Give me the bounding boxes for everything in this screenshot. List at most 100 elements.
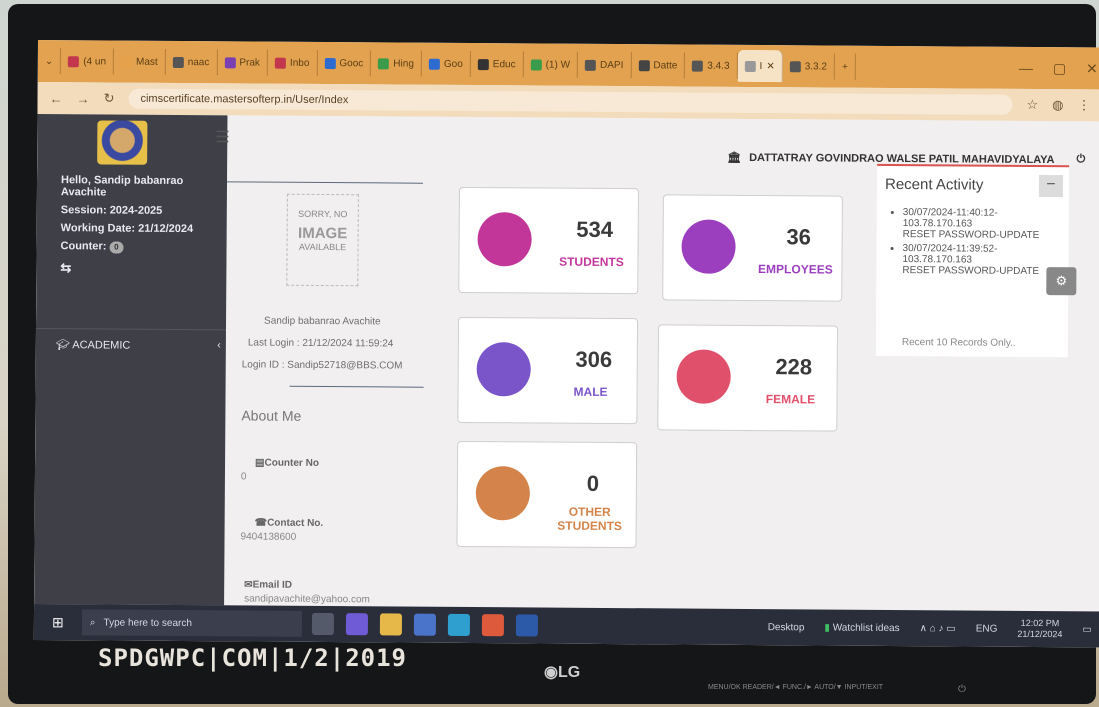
no-image-placeholder: SORRY, NO IMAGE AVAILABLE — [286, 193, 359, 287]
profile-name: Sandip babanrao Avachite — [264, 315, 381, 328]
about-me-heading: About Me — [241, 407, 302, 424]
profile-divider-top — [227, 181, 424, 184]
close-tab-icon[interactable]: ✕ — [766, 61, 774, 72]
edge-icon[interactable] — [447, 613, 471, 637]
maximize-icon[interactable]: ▢ — [1053, 60, 1066, 77]
tray-icons[interactable]: ∧ ⌂ ♪ ▭ — [920, 623, 956, 634]
recent-records-note: Recent 10 Records Only.. — [901, 337, 1016, 349]
file-explorer-icon[interactable] — [379, 613, 403, 636]
minimize-icon[interactable]: — — [1019, 59, 1033, 76]
tab-label: (1) W — [545, 59, 571, 71]
browser-tab[interactable]: Mast — [113, 48, 166, 75]
browser-tab[interactable]: DAPI — [577, 51, 632, 79]
female-card[interactable]: 228 FEMALE — [657, 324, 839, 432]
switch-icon[interactable]: ⇆ — [60, 260, 71, 276]
search-icon: ⌕ — [89, 616, 96, 628]
windows-start-icon[interactable]: ⊞ — [46, 614, 70, 631]
browser-tab[interactable]: Gooc — [317, 49, 372, 77]
graduation-cap-icon — [477, 212, 532, 267]
store-icon[interactable] — [413, 613, 437, 636]
browser-tab[interactable]: (1) W — [523, 51, 579, 78]
monitor-buttons-label: MENU/OK READER/◄ FUNC./► AUTO/▼ INPUT/EX… — [708, 684, 884, 691]
url-field[interactable]: cimscertificate.mastersofterp.in/User/In… — [128, 88, 1013, 115]
browser-tab[interactable]: 3.3.2 — [782, 53, 836, 80]
screen: ⌄ (4 un Mast naac Prak Inbo Gooc Hing Goo Educ (1… — [33, 40, 1099, 648]
back-icon[interactable]: ← — [50, 91, 63, 106]
tab-label: (4 un — [83, 55, 107, 67]
other-students-label: OTHER STUDENTS — [557, 504, 622, 534]
browser-tab[interactable]: Inbo — [267, 49, 318, 76]
word-icon[interactable] — [515, 614, 539, 637]
female-icon — [676, 349, 731, 404]
hamburger-icon[interactable]: ☰ — [215, 127, 231, 147]
monitor-power-icon[interactable]: ⏻ — [958, 684, 966, 695]
extension-icon[interactable]: ◍ — [1052, 97, 1063, 113]
browser-tab[interactable]: Goo — [421, 50, 471, 78]
tab-favicon-icon — [789, 60, 801, 72]
collapse-button[interactable]: − — [1038, 174, 1064, 198]
sidebar: Hello, Sandip babanrao Avachite Session:… — [34, 113, 228, 606]
power-icon[interactable]: ⏻ — [1076, 153, 1085, 166]
male-card[interactable]: 306 MALE — [457, 316, 639, 425]
employees-count: 36 — [786, 224, 811, 250]
tab-favicon-icon — [744, 60, 756, 72]
taskbar-clock[interactable]: 12:02 PM 21/12/2024 — [1017, 618, 1062, 640]
graduation-cap-icon: 🎓︎ — [55, 339, 70, 352]
browser-tab[interactable]: Datte — [631, 52, 686, 79]
tab-label: Hing — [393, 57, 414, 70]
taskbar-search-box[interactable]: ⌕ Type here to search — [81, 609, 303, 637]
notification-icon[interactable]: ▭ — [1082, 624, 1092, 635]
app-area: Hello, Sandip babanrao Avachite Session:… — [34, 113, 1099, 612]
star-icon[interactable]: ☆ — [1026, 97, 1038, 113]
email-label: ✉Email ID — [244, 579, 293, 591]
settings-gear-icon[interactable]: ⚙ — [1046, 267, 1077, 296]
tab-label: Goo — [443, 58, 463, 70]
sidebar-item-label: ACADEMIC — [72, 339, 131, 352]
tab-label: DAPI — [600, 59, 624, 71]
new-tab-button[interactable]: + — [834, 53, 856, 80]
employees-card[interactable]: 36 EMPLOYEES — [662, 194, 843, 302]
teams-icon[interactable] — [345, 613, 369, 636]
browser-tab[interactable]: I ✕ — [737, 49, 783, 83]
students-card[interactable]: 534 STUDENTS — [458, 186, 639, 295]
tab-label: 3.3.2 — [804, 60, 828, 73]
college-logo — [97, 120, 148, 165]
browser-tab[interactable]: naac — [165, 48, 218, 76]
browser-tab[interactable]: (4 un — [61, 48, 115, 75]
tab-label: 3.4.3 — [707, 60, 730, 72]
task-view-icon[interactable] — [311, 612, 335, 636]
other-students-card[interactable]: 0 OTHER STUDENTS — [456, 440, 638, 549]
tab-label: Inbo — [289, 57, 310, 69]
profile-panel: SORRY, NO IMAGE AVAILABLE Sandip babanra… — [224, 171, 427, 612]
language-indicator[interactable]: ENG — [976, 623, 998, 634]
list-item: 30/07/2024-11:40:12- 103.78.170.163 RESE… — [903, 207, 1069, 241]
tab-favicon-icon — [68, 55, 80, 67]
chart-icon: ▮ — [824, 622, 830, 634]
tab-label: Gooc — [339, 57, 364, 69]
sidebar-item-academic[interactable]: 🎓︎ ACADEMIC ‹ — [56, 338, 221, 352]
watchlist-widget[interactable]: ▮ Watchlist ideas — [824, 622, 899, 634]
contact-no-label: ☎Contact No. — [254, 517, 324, 530]
monitor: ⌄ (4 un Mast naac Prak Inbo Gooc Hing Goo Educ (1… — [8, 4, 1099, 704]
taskbar-apps — [311, 612, 539, 637]
tab-label: Datte — [653, 59, 678, 71]
login-id: Login ID : Sandip52718@BBS.COM — [241, 359, 403, 372]
browser-tab[interactable]: 3.4.3 — [685, 52, 738, 79]
list-item: 30/07/2024-11:39:52- 103.78.170.163 RESE… — [902, 243, 1068, 277]
profile-divider-bottom — [289, 385, 424, 388]
tab-favicon-icon — [428, 58, 440, 70]
menu-icon[interactable]: ⋮ — [1077, 97, 1090, 113]
tab-list-dropdown[interactable]: ⌄ — [37, 47, 62, 75]
close-icon[interactable]: ✕ — [1086, 60, 1098, 77]
forward-icon[interactable]: → — [77, 91, 90, 106]
reload-icon[interactable]: ↻ — [104, 90, 115, 106]
tab-favicon-icon — [638, 59, 650, 71]
browser-tab[interactable]: Prak — [217, 49, 269, 76]
chrome-icon[interactable] — [481, 614, 505, 637]
browser-tab[interactable]: Educ — [470, 51, 524, 78]
other-students-count: 0 — [586, 470, 600, 496]
male-label: MALE — [573, 384, 608, 399]
counter-label: Counter: — [60, 240, 107, 253]
browser-tab[interactable]: Hing — [371, 50, 422, 77]
desktop-label[interactable]: Desktop — [768, 622, 805, 633]
